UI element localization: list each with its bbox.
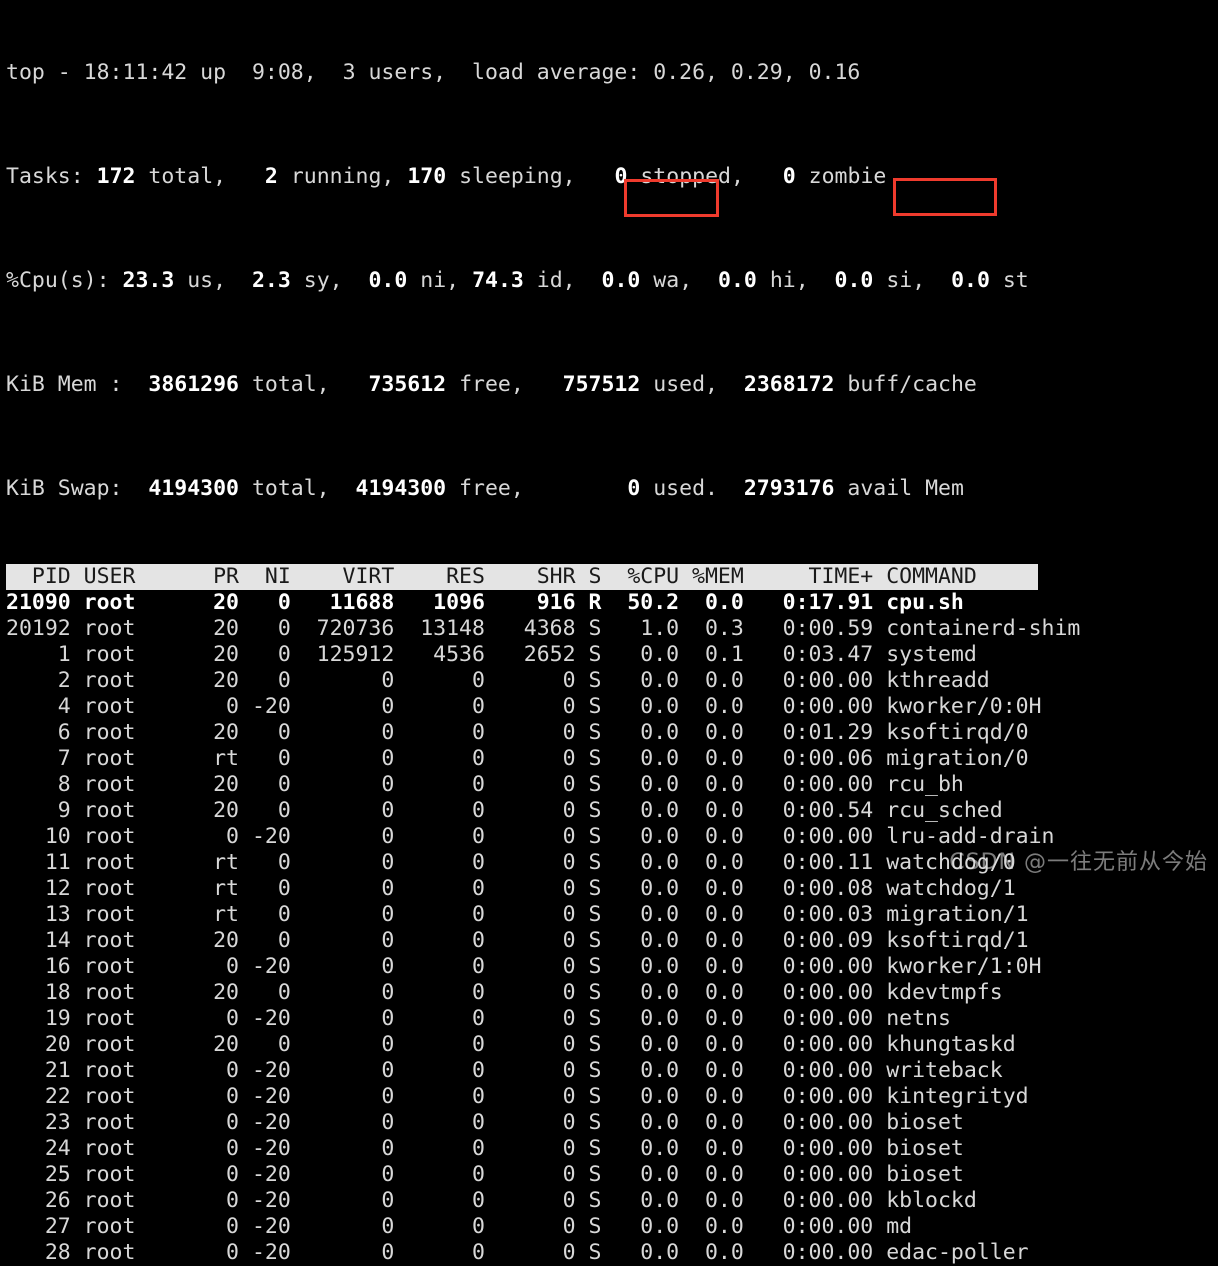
mem-total-label: total, <box>239 372 330 397</box>
table-row[interactable]: 21090 root 20 0 11688 1096 916 R 50.2 0.… <box>6 590 1218 616</box>
tasks-running: 2 <box>264 164 278 189</box>
summary-up-label: up <box>187 60 240 85</box>
table-row[interactable]: 22 root 0 -20 0 0 0 S 0.0 0.0 0:00.00 ki… <box>6 1084 1218 1110</box>
cpu-wa-label: wa, <box>640 268 693 293</box>
swap-total-label: total, <box>239 476 330 501</box>
tasks-stopped: 0 <box>614 164 628 189</box>
mem-used-label: used, <box>640 372 718 397</box>
cpu-si: 0.0 <box>834 268 874 293</box>
table-row[interactable]: 10 root 0 -20 0 0 0 S 0.0 0.0 0:00.00 lr… <box>6 824 1218 850</box>
cpu-us-label: us, <box>174 268 227 293</box>
mem-free: 735612 <box>368 372 447 397</box>
mem-buffcache: 2368172 <box>743 372 835 397</box>
table-row[interactable]: 20 root 20 0 0 0 0 S 0.0 0.0 0:00.00 khu… <box>6 1032 1218 1058</box>
table-row[interactable]: 2 root 20 0 0 0 0 S 0.0 0.0 0:00.00 kthr… <box>6 668 1218 694</box>
summary-line-swap: KiB Swap: 4194300 total, 4194300 free, 0… <box>6 476 1218 502</box>
tasks-stopped-label: stopped, <box>627 164 744 189</box>
table-row[interactable]: 28 root 0 -20 0 0 0 S 0.0 0.0 0:00.00 ed… <box>6 1240 1218 1266</box>
cpu-id-label: id, <box>523 268 576 293</box>
swap-label: KiB Swap: <box>6 476 123 501</box>
tasks-sleeping-label: sleeping, <box>446 164 576 189</box>
table-row[interactable]: 20192 root 20 0 720736 13148 4368 S 1.0 … <box>6 616 1218 642</box>
summary-time: 18:11:42 <box>83 60 188 85</box>
summary-line-tasks: Tasks: 172 total, 2 running, 170 sleepin… <box>6 164 1218 190</box>
table-row[interactable]: 6 root 20 0 0 0 0 S 0.0 0.0 0:01.29 ksof… <box>6 720 1218 746</box>
summary-users: 3 users, <box>316 60 447 85</box>
tasks-zombie-label: zombie <box>795 164 887 189</box>
table-row[interactable]: 9 root 20 0 0 0 0 S 0.0 0.0 0:00.54 rcu_… <box>6 798 1218 824</box>
cpu-wa: 0.0 <box>601 268 641 293</box>
tasks-zombie: 0 <box>782 164 796 189</box>
swap-total: 4194300 <box>148 476 239 501</box>
summary-uptime: 9:08, <box>239 60 317 85</box>
cpu-si-label: si, <box>873 268 926 293</box>
summary-line-mem: KiB Mem : 3861296 total, 735612 free, 75… <box>6 372 1218 398</box>
process-table-body: 21090 root 20 0 11688 1096 916 R 50.2 0.… <box>6 590 1218 1266</box>
table-row[interactable]: 1 root 20 0 125912 4536 2652 S 0.0 0.1 0… <box>6 642 1218 668</box>
mem-used: 757512 <box>562 372 641 397</box>
table-row[interactable]: 7 root rt 0 0 0 0 S 0.0 0.0 0:00.06 migr… <box>6 746 1218 772</box>
table-row[interactable]: 23 root 0 -20 0 0 0 S 0.0 0.0 0:00.00 bi… <box>6 1110 1218 1136</box>
table-row[interactable]: 26 root 0 -20 0 0 0 S 0.0 0.0 0:00.00 kb… <box>6 1188 1218 1214</box>
mem-total: 3861296 <box>148 372 239 397</box>
cpu-st-label: st <box>989 268 1029 293</box>
summary-load-label: load average: <box>446 60 654 85</box>
table-row[interactable]: 27 root 0 -20 0 0 0 S 0.0 0.0 0:00.00 md <box>6 1214 1218 1240</box>
table-row[interactable]: 14 root 20 0 0 0 0 S 0.0 0.0 0:00.09 kso… <box>6 928 1218 954</box>
cpu-sy-label: sy, <box>290 268 343 293</box>
table-row[interactable]: 25 root 0 -20 0 0 0 S 0.0 0.0 0:00.00 bi… <box>6 1162 1218 1188</box>
table-row[interactable]: 24 root 0 -20 0 0 0 S 0.0 0.0 0:00.00 bi… <box>6 1136 1218 1162</box>
swap-free: 4194300 <box>355 476 447 501</box>
cpu-st: 0.0 <box>951 268 990 293</box>
cpu-hi: 0.0 <box>718 268 757 293</box>
table-row[interactable]: 13 root rt 0 0 0 0 S 0.0 0.0 0:00.03 mig… <box>6 902 1218 928</box>
cpu-us: 23.3 <box>122 268 175 293</box>
cpu-label: %Cpu(s): <box>6 268 110 293</box>
summary-line-uptime: top - 18:11:42 up 9:08, 3 users, load av… <box>6 60 1218 86</box>
cpu-id: 74.3 <box>472 268 524 293</box>
table-column-header[interactable]: PID USER PR NI VIRT RES SHR S %CPU %MEM … <box>6 564 1038 590</box>
tasks-total-label: total, <box>135 164 227 189</box>
tasks-total: 172 <box>96 164 136 189</box>
summary-prefix: top - <box>6 60 84 85</box>
table-row[interactable]: 16 root 0 -20 0 0 0 S 0.0 0.0 0:00.00 kw… <box>6 954 1218 980</box>
swap-free-label: free, <box>446 476 524 501</box>
mem-label: KiB Mem : <box>6 372 123 397</box>
table-row[interactable]: 19 root 0 -20 0 0 0 S 0.0 0.0 0:00.00 ne… <box>6 1006 1218 1032</box>
table-row[interactable]: 8 root 20 0 0 0 0 S 0.0 0.0 0:00.00 rcu_… <box>6 772 1218 798</box>
cpu-sy: 2.3 <box>251 268 291 293</box>
tasks-label: Tasks: <box>6 164 84 189</box>
terminal-window: top - 18:11:42 up 9:08, 3 users, load av… <box>0 0 1218 1265</box>
swap-avail: 2793176 <box>743 476 835 501</box>
mem-free-label: free, <box>446 372 524 397</box>
summary-line-cpu: %Cpu(s): 23.3 us, 2.3 sy, 0.0 ni, 74.3 i… <box>6 268 1218 294</box>
table-row[interactable]: 4 root 0 -20 0 0 0 S 0.0 0.0 0:00.00 kwo… <box>6 694 1218 720</box>
tasks-running-label: running, <box>277 164 395 189</box>
table-row[interactable]: 18 root 20 0 0 0 0 S 0.0 0.0 0:00.00 kde… <box>6 980 1218 1006</box>
swap-avail-label: avail Mem <box>834 476 964 501</box>
tasks-sleeping: 170 <box>407 164 447 189</box>
swap-used: 0 <box>627 476 641 501</box>
swap-used-label: used. <box>640 476 718 501</box>
mem-buffcache-label: buff/cache <box>834 372 977 397</box>
cpu-ni: 0.0 <box>368 268 408 293</box>
table-row[interactable]: 21 root 0 -20 0 0 0 S 0.0 0.0 0:00.00 wr… <box>6 1058 1218 1084</box>
summary-load-values: 0.26, 0.29, 0.16 <box>653 60 861 85</box>
cpu-hi-label: hi, <box>756 268 809 293</box>
top-summary-area: top - 18:11:42 up 9:08, 3 users, load av… <box>0 0 1218 554</box>
watermark-text: CSDN @一往无前从今始 <box>949 850 1208 875</box>
cpu-ni-label: ni, <box>407 268 460 293</box>
